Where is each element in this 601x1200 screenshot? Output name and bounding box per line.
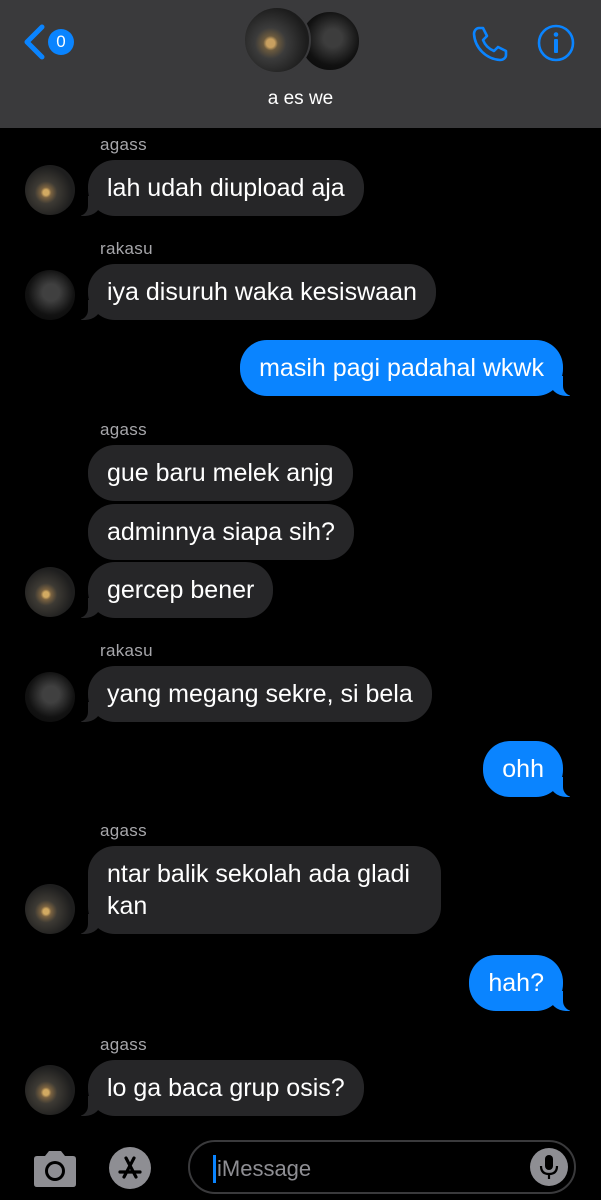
message-bubble[interactable]: ohh — [483, 741, 574, 797]
message-bubble[interactable]: iya disuruh waka kesiswaan — [77, 264, 436, 320]
avatar[interactable] — [25, 884, 75, 934]
message-bubble[interactable]: adminnya siapa sih? — [88, 504, 354, 560]
app-store-icon — [109, 1147, 151, 1189]
message-bubble[interactable]: gue baru melek anjg — [88, 445, 353, 501]
sender-name: agass — [100, 420, 147, 439]
message-bubble[interactable]: lah udah diupload aja — [77, 160, 364, 216]
avatar[interactable] — [25, 567, 75, 617]
message-bubble[interactable]: yang megang sekre, si bela — [77, 666, 432, 722]
microphone-icon — [539, 1155, 559, 1179]
message-bubble[interactable]: gercep bener — [76, 562, 274, 618]
message-bubble[interactable]: ntar balik sekolah ada gladi kan — [77, 846, 441, 934]
sender-name: rakasu — [100, 641, 153, 660]
info-button[interactable] — [537, 24, 575, 67]
sender-name: rakasu — [100, 239, 153, 258]
conversation-header: 0 a es we — [0, 0, 601, 128]
avatar — [243, 6, 311, 74]
group-avatar[interactable] — [243, 6, 363, 74]
group-name[interactable]: a es we — [0, 88, 601, 110]
avatar[interactable] — [25, 270, 75, 320]
camera-icon — [34, 1151, 76, 1187]
compose-bar: iMessage — [0, 1130, 601, 1200]
message-input[interactable]: iMessage — [188, 1140, 576, 1194]
back-button[interactable]: 0 — [22, 22, 74, 62]
unread-count-badge: 0 — [48, 29, 74, 55]
chevron-left-icon — [24, 24, 45, 60]
avatar[interactable] — [25, 1065, 75, 1115]
avatar[interactable] — [25, 672, 75, 722]
message-bubble[interactable]: hah? — [469, 955, 574, 1011]
call-button[interactable] — [470, 24, 510, 69]
dictation-button[interactable] — [530, 1148, 568, 1186]
message-bubble[interactable]: masih pagi padahal wkwk — [240, 340, 574, 396]
sender-name: agass — [100, 135, 147, 154]
phone-icon — [472, 26, 508, 62]
avatar[interactable] — [25, 165, 75, 215]
message-bubble[interactable]: lo ga baca grup osis? — [77, 1060, 364, 1116]
text-caret — [213, 1155, 216, 1183]
apps-button[interactable] — [108, 1146, 152, 1195]
message-placeholder: iMessage — [217, 1156, 312, 1181]
sender-name: agass — [100, 821, 147, 840]
camera-button[interactable] — [30, 1149, 80, 1194]
sender-name: agass — [100, 1035, 147, 1054]
info-icon — [537, 24, 575, 62]
